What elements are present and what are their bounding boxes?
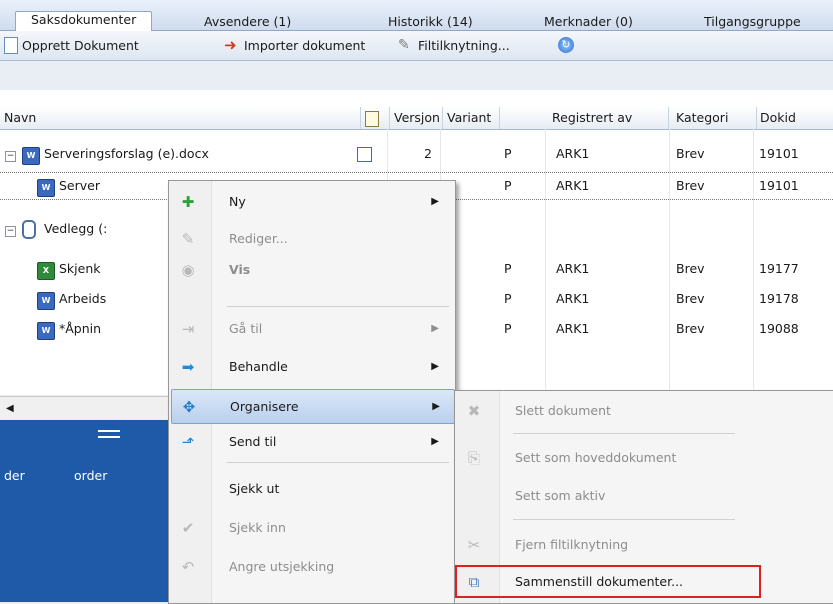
eye-icon: ◉ bbox=[181, 261, 195, 279]
move-icon: ✥ bbox=[182, 398, 196, 416]
toolbar: Opprett Dokument ➜ Importer dokument ✎ F… bbox=[0, 31, 833, 61]
refresh-button[interactable]: ↻ bbox=[558, 35, 578, 55]
tab-merknader[interactable]: Merknader (0) bbox=[540, 14, 637, 30]
excel-document-icon: X bbox=[37, 256, 55, 282]
tree-expander[interactable]: − bbox=[5, 216, 16, 242]
row-dokid: 19177 bbox=[759, 261, 799, 276]
check-icon: ✔ bbox=[181, 519, 195, 537]
menu-item-behandle[interactable]: ➡ Behandle ▶ bbox=[171, 350, 453, 383]
refresh-icon: ↻ bbox=[558, 37, 574, 53]
word-document-icon: W bbox=[37, 316, 55, 342]
tab-tilgangsgrupper[interactable]: Tilgangsgruppe bbox=[700, 14, 805, 30]
row-dokid: 19101 bbox=[759, 146, 799, 161]
new-document-icon bbox=[4, 36, 18, 54]
goto-icon: ⇥ bbox=[181, 320, 195, 338]
edit-column-icon bbox=[361, 107, 390, 129]
tree-expander[interactable]: − bbox=[5, 141, 16, 167]
row-variant: P bbox=[504, 146, 512, 161]
column-navn[interactable]: Navn bbox=[0, 107, 361, 129]
row-category: Brev bbox=[676, 321, 705, 336]
row-name: *Åpnin bbox=[59, 321, 102, 336]
column-kategori[interactable]: Kategori bbox=[672, 107, 757, 129]
pencil-icon: ✎ bbox=[181, 230, 195, 248]
row-dokid: 19088 bbox=[759, 321, 799, 336]
column-dokid[interactable]: Dokid bbox=[756, 107, 832, 129]
column-registrert-av[interactable]: Registrert av bbox=[548, 107, 669, 129]
menu-item-sett-som-aktiv[interactable]: Sett som aktiv bbox=[457, 479, 757, 512]
row-category: Brev bbox=[676, 261, 705, 276]
word-document-icon: W bbox=[22, 141, 40, 167]
row-registered: ARK1 bbox=[556, 291, 590, 306]
menu-separator bbox=[513, 519, 735, 520]
main-doc-icon: ⎘ bbox=[467, 449, 480, 467]
organisere-submenu: ✖ Slett dokument ⎘ Sett som hoveddokumen… bbox=[454, 390, 833, 604]
bottom-label: order bbox=[74, 468, 108, 483]
unlink-icon: ✂ bbox=[467, 536, 481, 554]
row-name: Skjenk bbox=[59, 261, 101, 276]
menu-item-slett-dokument[interactable]: ✖ Slett dokument bbox=[457, 394, 757, 427]
arrow-icon: ➡ bbox=[181, 358, 195, 376]
row-registered: ARK1 bbox=[556, 321, 590, 336]
row-registered: ARK1 bbox=[556, 261, 590, 276]
import-icon: ➜ bbox=[224, 36, 237, 54]
scroll-left-icon[interactable]: ◀ bbox=[6, 403, 14, 414]
row-registered: ARK1 bbox=[556, 146, 590, 161]
row-dokid: 19101 bbox=[759, 178, 799, 193]
menu-item-sjekk-inn[interactable]: ✔ Sjekk inn bbox=[171, 511, 453, 544]
row-registered: ARK1 bbox=[556, 178, 590, 193]
column-header-row: Navn Versjon Variant Registrert av Kateg… bbox=[0, 107, 833, 130]
word-document-icon: W bbox=[37, 286, 55, 312]
row-name: Vedlegg (: bbox=[44, 221, 108, 236]
column-versjon[interactable]: Versjon bbox=[390, 107, 443, 129]
row-category: Brev bbox=[676, 146, 705, 161]
word-document-icon: W bbox=[37, 173, 55, 199]
menu-item-angre-utsjekking[interactable]: ↶ Angre utsjekking bbox=[171, 550, 453, 583]
checkbox[interactable] bbox=[357, 141, 372, 167]
file-link-button[interactable]: ✎ Filtilknytning... bbox=[398, 35, 510, 55]
import-document-button[interactable]: ➜ Importer dokument bbox=[224, 35, 365, 55]
paperclip-icon: ✎ bbox=[398, 37, 410, 53]
plus-icon: ✚ bbox=[181, 193, 195, 211]
row-name: Server bbox=[59, 178, 100, 193]
menu-item-sett-som-hoveddokument[interactable]: ⎘ Sett som hoveddokument bbox=[457, 441, 757, 474]
tab-avsendere[interactable]: Avsendere (1) bbox=[200, 14, 295, 30]
row-version: 2 bbox=[424, 146, 432, 161]
menu-item-vis[interactable]: ◉ Vis bbox=[171, 253, 453, 286]
create-document-button[interactable]: Opprett Dokument bbox=[4, 35, 139, 55]
horizontal-scrollbar[interactable]: ◀ bbox=[0, 396, 170, 419]
menu-item-rediger[interactable]: ✎ Rediger... bbox=[171, 222, 453, 255]
row-category: Brev bbox=[676, 291, 705, 306]
column-variant[interactable]: Variant bbox=[443, 107, 500, 129]
attachment-folder-icon bbox=[22, 216, 36, 242]
context-menu: ✚ Ny ▶ ✎ Rediger... ◉ Vis ⇥ Gå til ▶ ➡ Beh… bbox=[168, 180, 456, 604]
row-dokid: 19178 bbox=[759, 291, 799, 306]
bottom-label: der bbox=[4, 468, 25, 483]
row-variant: P bbox=[504, 178, 512, 193]
row-variant: P bbox=[504, 261, 512, 276]
send-icon: ⬏ bbox=[181, 433, 195, 451]
row-name: Serveringsforslag (e).docx bbox=[44, 146, 209, 161]
tab-strip: Saksdokumenter Avsendere (1) Historikk (… bbox=[0, 0, 833, 31]
menu-separator bbox=[227, 462, 449, 463]
row-variant: P bbox=[504, 321, 512, 336]
menu-separator bbox=[227, 306, 449, 307]
row-name: Arbeids bbox=[59, 291, 107, 306]
delete-icon: ✖ bbox=[467, 402, 481, 420]
document-icon bbox=[98, 430, 120, 438]
row-category: Brev bbox=[676, 178, 705, 193]
menu-separator bbox=[513, 433, 735, 434]
undo-icon: ↶ bbox=[181, 558, 195, 576]
menu-item-ny[interactable]: ✚ Ny ▶ bbox=[171, 185, 453, 218]
menu-item-fjern-filtilknytning[interactable]: ✂ Fjern filtilknytning bbox=[457, 528, 757, 561]
menu-item-send-til[interactable]: ⬏ Send til ▶ bbox=[171, 425, 453, 458]
tab-saksdokumenter[interactable]: Saksdokumenter bbox=[15, 11, 153, 31]
tab-historikk[interactable]: Historikk (14) bbox=[384, 14, 477, 30]
row-variant: P bbox=[504, 291, 512, 306]
menu-item-organisere[interactable]: ✥ Organisere ▶ bbox=[171, 389, 455, 424]
menu-item-sjekk-ut[interactable]: Sjekk ut bbox=[171, 472, 453, 505]
highlight-box bbox=[455, 565, 761, 598]
table-row[interactable]: − W Serveringsforslag (e).docx 2 P ARK1 … bbox=[0, 141, 833, 167]
menu-item-ga-til[interactable]: ⇥ Gå til ▶ bbox=[171, 312, 453, 345]
